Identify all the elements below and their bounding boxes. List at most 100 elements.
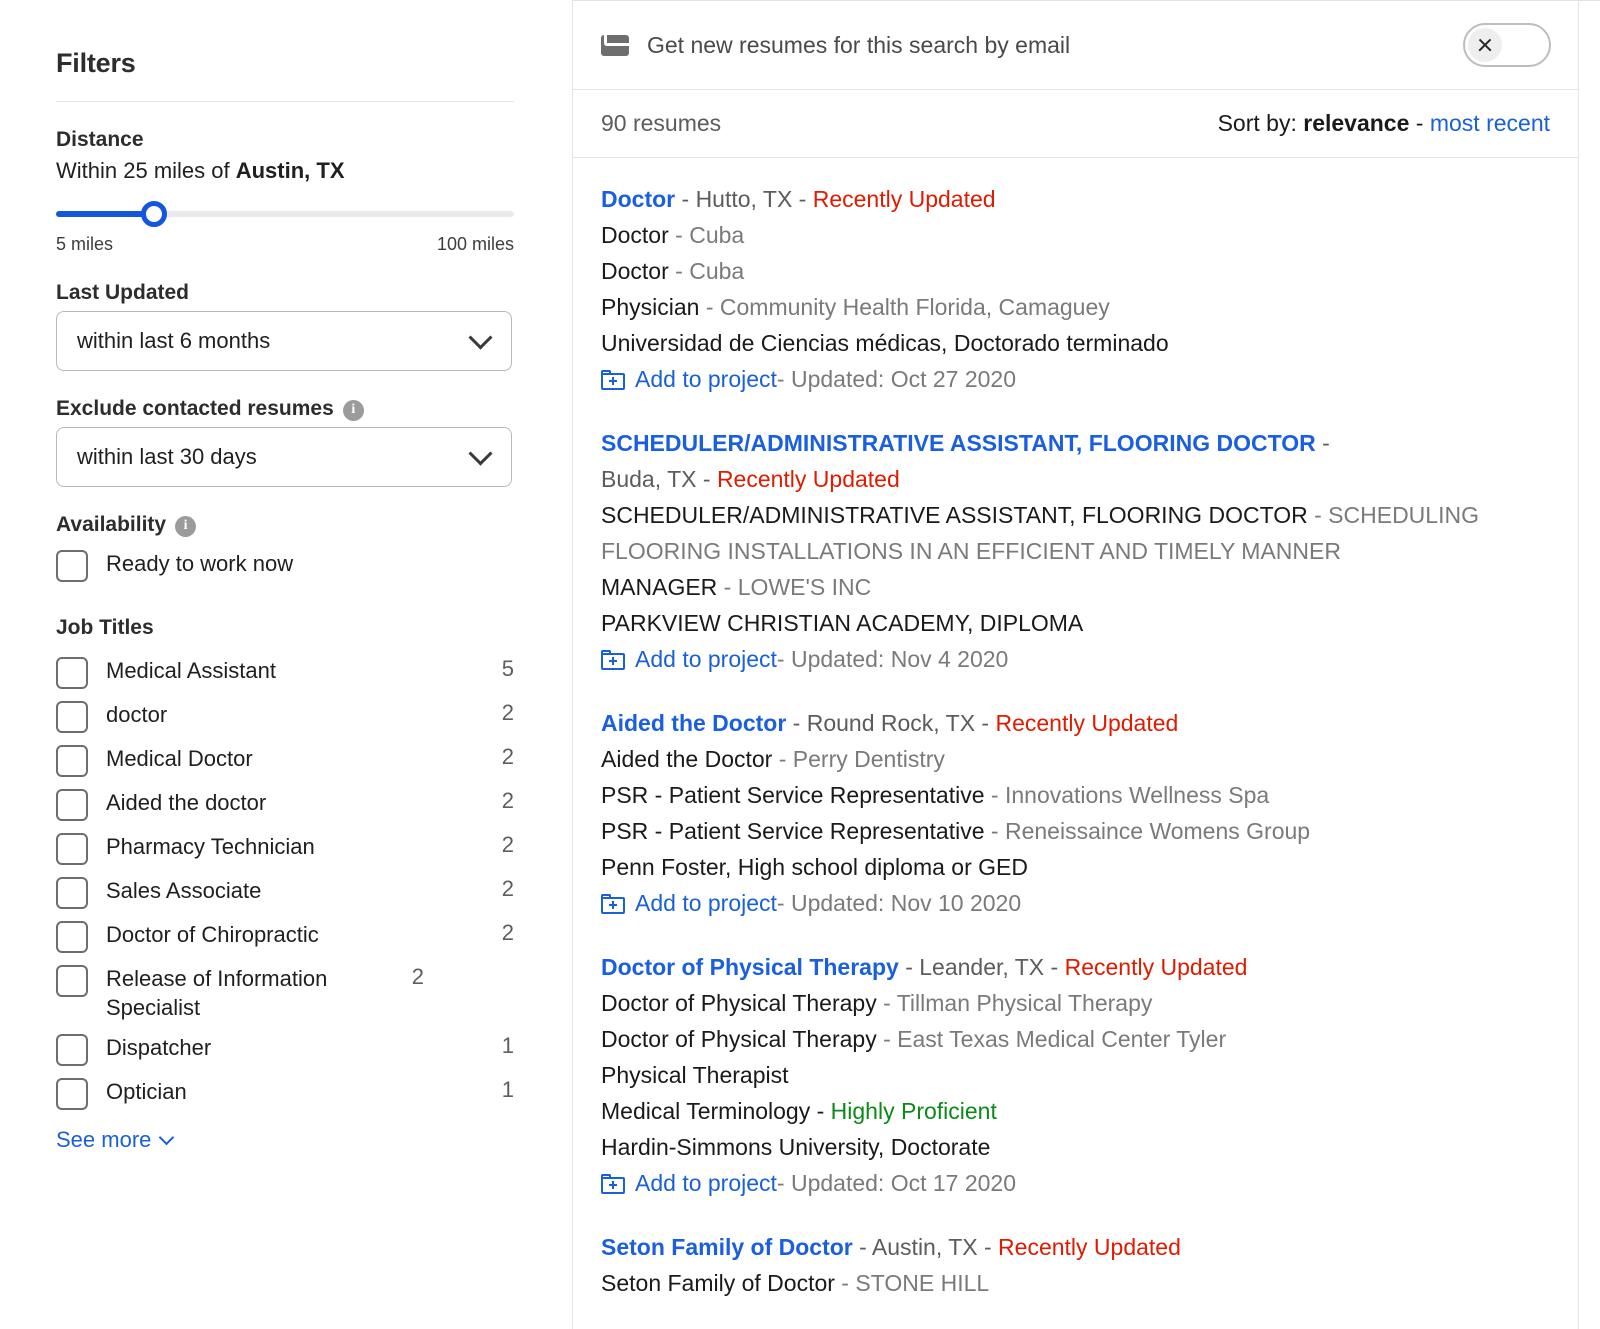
job-title-checkbox[interactable] [56, 877, 88, 909]
job-title-checkbox[interactable] [56, 701, 88, 733]
skill-label: Medical Terminology - [601, 1098, 831, 1124]
job-title-checkbox[interactable] [56, 1078, 88, 1110]
job-title-checkbox[interactable] [56, 833, 88, 865]
last-updated-filter: Last Updated within last 6 months [56, 281, 514, 371]
result-item: SCHEDULER/ADMINISTRATIVE ASSISTANT, FLOO… [601, 426, 1550, 678]
job-title-label: Sales Associate [106, 876, 496, 905]
exclude-contacted-label-text: Exclude contacted resumes [56, 397, 334, 421]
job-title-row[interactable]: Pharmacy Technician 2 [56, 832, 514, 865]
result-item: Seton Family of Doctor - Austin, TX - Re… [601, 1230, 1550, 1302]
add-to-project-icon [601, 1174, 625, 1194]
job-title-checkbox[interactable] [56, 1034, 88, 1066]
distance-slider-fill [56, 211, 154, 217]
job-title-checkbox[interactable] [56, 921, 88, 953]
experience-company: Reneissaince Womens Group [1005, 818, 1310, 844]
close-icon [1477, 37, 1493, 53]
job-title-row[interactable]: Doctor of Chiropractic 2 [56, 920, 514, 953]
result-title-link[interactable]: Doctor [601, 186, 675, 212]
job-title-row[interactable]: Medical Assistant 5 [56, 656, 514, 689]
distance-slider-range: 5 miles 100 miles [56, 234, 514, 255]
job-titles-filter: Job Titles Medical Assistant 5 doctor 2 … [56, 616, 514, 1153]
add-to-project-link[interactable]: Add to project [635, 1166, 777, 1202]
add-to-project-link[interactable]: Add to project [635, 642, 777, 678]
recently-updated-badge: Recently Updated [1065, 954, 1248, 980]
job-title-row[interactable]: doctor 2 [56, 700, 514, 733]
experience-role: Aided the Doctor [601, 746, 772, 772]
distance-slider-thumb[interactable] [141, 201, 167, 227]
job-title-count: 5 [496, 656, 514, 682]
result-updated-date: - Updated: Nov 10 2020 [777, 886, 1021, 922]
experience-role: Physician [601, 294, 699, 320]
result-footer: Add to project - Updated: Nov 10 2020 [601, 886, 1550, 922]
experience-company: LOWE'S INC [738, 574, 871, 600]
job-title-checkbox[interactable] [56, 965, 88, 997]
job-title-checkbox[interactable] [56, 745, 88, 777]
add-to-project-link[interactable]: Add to project [635, 362, 777, 398]
distance-summary-prefix: Within 25 miles of [56, 158, 236, 183]
filters-heading: Filters [56, 48, 514, 79]
add-to-project-link[interactable]: Add to project [635, 886, 777, 922]
result-title-link[interactable]: Aided the Doctor [601, 710, 786, 736]
result-experience-line: Doctor of Physical Therapy - East Texas … [601, 1022, 1550, 1058]
result-location: - [1316, 430, 1330, 456]
exclude-contacted-select[interactable]: within last 30 days [56, 427, 512, 487]
last-updated-select[interactable]: within last 6 months [56, 311, 512, 371]
distance-filter: Distance Within 25 miles of Austin, TX 5… [56, 128, 514, 255]
experience-company: STONE HILL [855, 1270, 989, 1296]
recently-updated-badge: Recently Updated [813, 186, 996, 212]
job-title-row[interactable]: Aided the doctor 2 [56, 788, 514, 821]
job-title-label: Dispatcher [106, 1033, 496, 1062]
job-title-row[interactable]: Release of Information Specialist 2 [56, 964, 514, 1022]
result-updated-date: - Updated: Nov 4 2020 [777, 642, 1008, 678]
add-to-project-icon [601, 894, 625, 914]
availability-ready-to-work-label: Ready to work now [106, 549, 514, 578]
result-title-link[interactable]: SCHEDULER/ADMINISTRATIVE ASSISTANT, FLOO… [601, 430, 1316, 456]
availability-ready-to-work-checkbox[interactable] [56, 550, 88, 582]
job-title-row[interactable]: Sales Associate 2 [56, 876, 514, 909]
job-title-label: Medical Assistant [106, 656, 496, 685]
job-title-label: Doctor of Chiropractic [106, 920, 496, 949]
chevron-down-icon [468, 326, 492, 350]
sort-most-recent-link[interactable]: most recent [1430, 110, 1550, 136]
job-title-count: 2 [496, 920, 514, 946]
result-location-line2: Buda, TX [601, 466, 696, 492]
email-alert-toggle[interactable] [1463, 23, 1551, 67]
result-title-link[interactable]: Doctor of Physical Therapy [601, 954, 899, 980]
availability-ready-to-work-row[interactable]: Ready to work now [56, 549, 514, 582]
result-education-line: Penn Foster, High school diploma or GED [601, 850, 1550, 886]
job-title-count: 2 [496, 876, 514, 902]
envelope-icon [601, 35, 629, 56]
experience-role: Seton Family of Doctor [601, 1270, 835, 1296]
job-title-checkbox[interactable] [56, 789, 88, 821]
result-skill-line: Medical Terminology - Highly Proficient [601, 1094, 1550, 1130]
result-experience-line: MANAGER - LOWE'S INC [601, 570, 1550, 606]
result-experience-line: PSR - Patient Service Representative - I… [601, 778, 1550, 814]
job-title-checkbox[interactable] [56, 657, 88, 689]
results-panel: Get new resumes for this search by email… [572, 0, 1600, 1329]
result-experience-line: Physician - Community Health Florida, Ca… [601, 290, 1550, 326]
result-experience-line: Doctor - Cuba [601, 254, 1550, 290]
experience-separator: - [717, 574, 737, 600]
experience-separator: - [985, 818, 1005, 844]
experience-role: Doctor [601, 258, 669, 284]
result-header: Doctor of Physical Therapy - Leander, TX… [601, 950, 1550, 986]
experience-role: SCHEDULER/ADMINISTRATIVE ASSISTANT, FLOO… [601, 502, 1308, 528]
result-header-line2: Buda, TX - Recently Updated [601, 462, 1550, 498]
info-icon[interactable]: i [343, 400, 364, 421]
distance-summary-location: Austin, TX [236, 158, 345, 183]
job-title-row[interactable]: Dispatcher 1 [56, 1033, 514, 1066]
job-title-count: 2 [496, 744, 514, 770]
see-more-job-titles-button[interactable]: See more [56, 1127, 172, 1153]
job-title-row[interactable]: Medical Doctor 2 [56, 744, 514, 777]
skill-proficiency: Highly Proficient [831, 1098, 997, 1124]
recently-updated-badge: Recently Updated [717, 466, 900, 492]
job-title-row[interactable]: Optician 1 [56, 1077, 514, 1110]
info-icon[interactable]: i [175, 516, 196, 537]
experience-separator: - [877, 1026, 897, 1052]
distance-slider[interactable] [56, 198, 514, 230]
result-experience-line: PSR - Patient Service Representative - R… [601, 814, 1550, 850]
experience-company: East Texas Medical Center Tyler [897, 1026, 1226, 1052]
result-title-link[interactable]: Seton Family of Doctor [601, 1234, 853, 1260]
add-to-project-icon [601, 370, 625, 390]
result-experience-line: SCHEDULER/ADMINISTRATIVE ASSISTANT, FLOO… [601, 498, 1550, 570]
